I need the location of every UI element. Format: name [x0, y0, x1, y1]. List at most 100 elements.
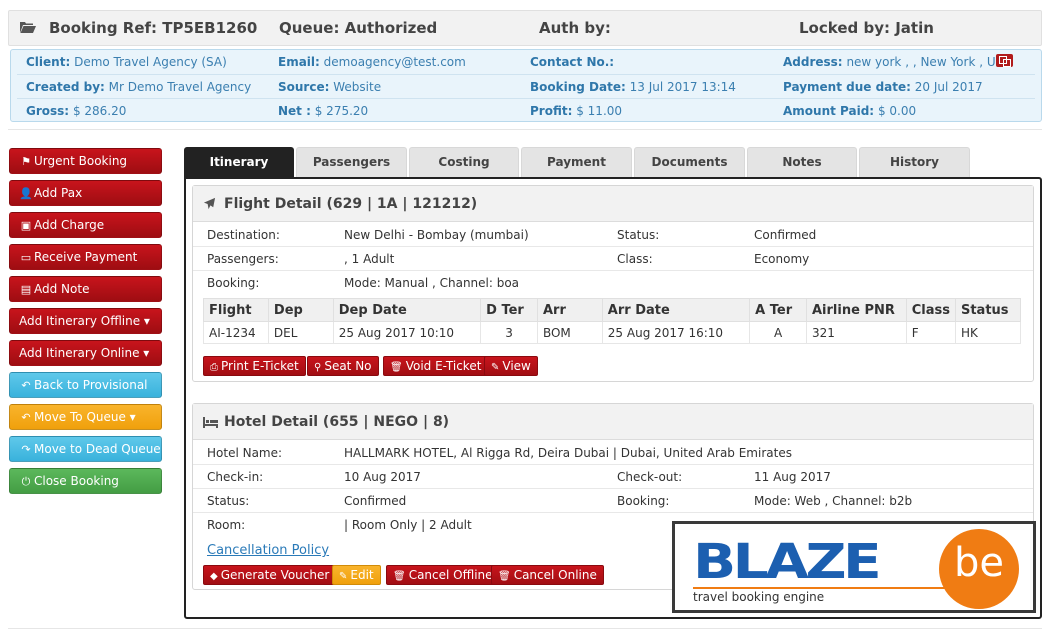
table-row: AI-1234 DEL 25 Aug 2017 10:10 3 BOM 25 Aug 20…: [203, 321, 1022, 344]
hotel-booking-mode: Mode: Web , Channel: b2b: [754, 494, 913, 508]
cancellation-policy-link[interactable]: Cancellation Policy: [207, 543, 329, 558]
trash-icon: 🗑: [390, 362, 403, 373]
tab-notes[interactable]: Notes: [747, 147, 857, 177]
source-field: Source: Website: [278, 80, 382, 94]
move-to-queue-button[interactable]: ↶ Move To Queue ▾: [9, 404, 162, 430]
add-note-button[interactable]: ▤ Add Note: [9, 276, 162, 302]
reply-icon: ↶: [21, 411, 31, 424]
plane-icon: [203, 197, 216, 210]
logo-wordmark: BLAZE: [693, 534, 882, 590]
flight-status: Confirmed: [754, 228, 817, 242]
column-header-dep: Dep: [267, 298, 334, 322]
user-icon: 👤: [19, 187, 33, 200]
cancel-offline-button[interactable]: 🗑 Cancel Offline: [386, 565, 500, 585]
queue-status: Queue: Authorized: [279, 19, 438, 37]
generate-voucher-button[interactable]: ◆ Generate Voucher: [203, 565, 337, 585]
tab-passengers[interactable]: Passengers: [296, 147, 407, 177]
flight-booking-mode: Mode: Manual , Channel: boa: [344, 276, 520, 290]
logo-be: be: [954, 540, 1004, 586]
cell-dep-date: 25 Aug 2017 10:10: [332, 321, 482, 344]
move-to-dead-queue-button[interactable]: ↷ Move to Dead Queue: [9, 436, 162, 462]
booking-ref: Booking Ref: TP5EB1260: [49, 19, 258, 37]
profit-field: Profit: $ 11.00: [530, 104, 623, 118]
hotel-detail-title: Hotel Detail (655 | NEGO | 8): [224, 414, 450, 430]
booking-header: Booking Ref: TP5EB1260 Queue: Authorized…: [8, 10, 1042, 46]
edit-icon: ✎: [339, 571, 348, 582]
amount-paid-field: Amount Paid: $ 0.00: [783, 104, 917, 118]
receive-payment-button[interactable]: ▭ Receive Payment: [9, 244, 162, 270]
folder-open-icon: [20, 22, 36, 33]
cell-d-ter: 3: [480, 321, 538, 344]
print-icon: ⎙: [210, 362, 218, 373]
gross-field: Gross: $ 286.20: [26, 104, 127, 118]
copy-address-icon[interactable]: [996, 54, 1013, 67]
cell-arr-date: 25 Aug 2017 16:10: [601, 321, 751, 344]
tab-costing[interactable]: Costing: [409, 147, 519, 177]
urgent-booking-button[interactable]: ⚑ Urgent Booking: [9, 148, 162, 174]
add-charge-button[interactable]: ▣ Add Charge: [9, 212, 162, 238]
seat-no-button[interactable]: ⚲ Seat No: [307, 356, 379, 376]
void-e-ticket-button[interactable]: 🗑 Void E-Ticket: [383, 356, 489, 376]
hotel-room: | Room Only | 2 Adult: [344, 518, 472, 532]
tab-itinerary[interactable]: Itinerary: [184, 147, 294, 177]
tab-history[interactable]: History: [859, 147, 970, 177]
hotel-checkout: 11 Aug 2017: [754, 470, 831, 484]
flight-detail-title: Flight Detail (629 | 1A | 121212): [224, 196, 478, 212]
add-itinerary-offline-button[interactable]: Add Itinerary Offline ▾: [9, 308, 162, 334]
trash-icon: 🗑: [498, 571, 511, 582]
column-header-d-ter: D Ter: [480, 298, 538, 322]
tab-documents[interactable]: Documents: [634, 147, 745, 177]
print-e-ticket-button[interactable]: ⎙ Print E-Ticket: [203, 356, 306, 376]
blaze-be-logo: BLAZE travel booking engine be: [672, 521, 1036, 613]
email-field: Email: demoagency@test.com: [278, 55, 466, 69]
cell-class: F: [905, 321, 956, 344]
column-header-status: Status: [954, 298, 1022, 322]
column-header-dep-date: Dep Date: [332, 298, 482, 322]
view-button[interactable]: ✎ View: [484, 356, 538, 376]
cell-arr: BOM: [536, 321, 603, 344]
edit-icon: ✎: [491, 362, 500, 373]
add-pax-button[interactable]: 👤Add Pax: [9, 180, 162, 206]
flight-segments-table: Flight Dep Dep Date D Ter Arr Arr Date A Ter Ai…: [203, 298, 1022, 344]
net-field: Net : $ 275.20: [278, 104, 369, 118]
logo-tagline: travel booking engine: [693, 590, 825, 604]
link-icon: ⚲: [314, 362, 322, 373]
cell-a-ter: A: [749, 321, 807, 344]
column-header-arr: Arr: [536, 298, 603, 322]
created-by-field: Created by: Mr Demo Travel Agency: [26, 80, 252, 94]
credit-card-icon: ▭: [20, 251, 32, 264]
address-field: Address: new york , , New York , USA: [783, 55, 1012, 69]
bed-icon: [203, 417, 218, 428]
cell-airline-pnr: 321: [806, 321, 907, 344]
power-icon: ⏻: [21, 475, 31, 488]
file-icon: ▤: [20, 283, 32, 296]
tab-payment[interactable]: Payment: [521, 147, 632, 177]
hotel-name: HALLMARK HOTEL, Al Rigga Rd, Deira Dubai…: [344, 446, 792, 460]
column-header-a-ter: A Ter: [749, 298, 807, 322]
cell-dep: DEL: [267, 321, 334, 344]
reply-icon: ↶: [21, 379, 31, 392]
money-icon: ▣: [20, 219, 32, 232]
contact-field: Contact No.:: [530, 55, 615, 69]
flight-detail-card: Flight Detail (629 | 1A | 121212) Destin…: [192, 185, 1034, 382]
booking-date-field: Booking Date: 13 Jul 2017 13:14: [530, 80, 736, 94]
hotel-checkin: 10 Aug 2017: [344, 470, 421, 484]
trash-icon: 🗑: [393, 571, 406, 582]
column-header-flight: Flight: [203, 298, 269, 322]
close-booking-button[interactable]: ⏻ Close Booking: [9, 468, 162, 494]
cell-flight: AI-1234: [203, 321, 269, 344]
column-header-class: Class: [905, 298, 956, 322]
flight-class: Economy: [754, 252, 810, 266]
edit-button[interactable]: ✎ Edit: [332, 565, 381, 585]
cell-status: HK: [954, 321, 1022, 344]
locked-by: Locked by: Jatin: [799, 19, 934, 37]
flight-destination: New Delhi - Bombay (mumbai): [344, 228, 529, 242]
cancel-online-button[interactable]: 🗑 Cancel Online: [491, 565, 604, 585]
column-header-airline-pnr: Airline PNR: [806, 298, 907, 322]
back-to-provisional-button[interactable]: ↶ Back to Provisional: [9, 372, 162, 398]
payment-due-field: Payment due date: 20 Jul 2017: [783, 80, 983, 94]
client-field: Client: Demo Travel Agency (SA): [26, 55, 227, 69]
add-itinerary-online-button[interactable]: Add Itinerary Online ▾: [9, 340, 162, 366]
share-icon: ↷: [21, 443, 31, 456]
flight-passengers: , 1 Adult: [344, 252, 395, 266]
